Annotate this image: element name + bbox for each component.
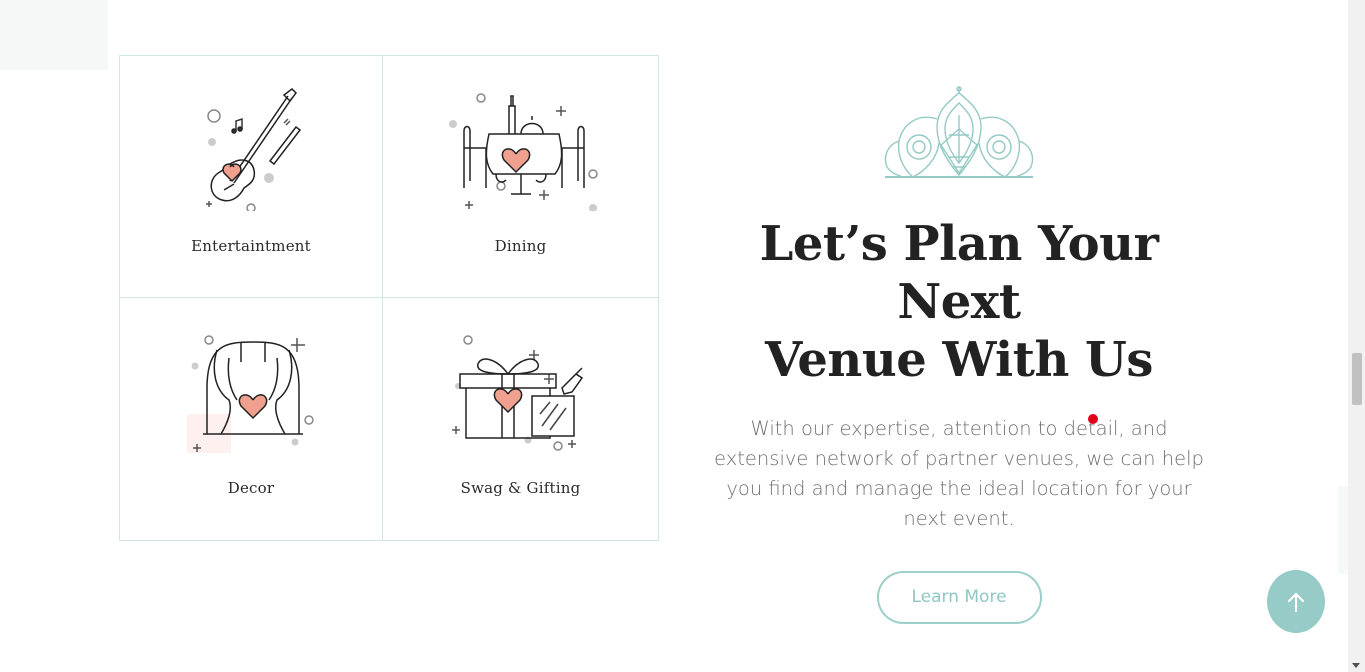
gift-box-icon — [451, 335, 583, 451]
arrow-up-icon — [1287, 592, 1305, 612]
back-to-top-button[interactable] — [1267, 570, 1325, 633]
promo-headline: Let’s Plan Your Next Venue With Us — [759, 216, 1159, 388]
scrollbar-thumb[interactable] — [1352, 353, 1362, 405]
side-tab[interactable] — [1338, 486, 1348, 574]
services-grid: Entertaintment Dining Decor Swag & Gifti… — [119, 55, 659, 541]
dining-table-icon — [448, 93, 598, 211]
curtain-stage-icon — [187, 335, 314, 453]
promo-section: Let’s Plan Your Next Venue With Us With … — [700, 85, 1218, 624]
service-card-dining[interactable]: Dining — [383, 56, 658, 298]
service-label: Swag & Gifting — [460, 479, 581, 497]
guitar-icon — [206, 88, 302, 211]
service-label: Dining — [494, 237, 547, 255]
corner-decoration — [0, 0, 108, 70]
service-label: Decor — [227, 479, 275, 497]
mandala-icon — [884, 86, 1034, 178]
service-label: Entertaintment — [191, 237, 311, 255]
service-card-swag-gifting[interactable]: Swag & Gifting — [383, 298, 658, 540]
cursor-indicator — [1088, 414, 1098, 424]
vertical-scrollbar[interactable] — [1348, 0, 1365, 672]
service-card-decor[interactable]: Decor — [120, 298, 383, 540]
scroll-down-arrow-icon[interactable] — [1352, 663, 1360, 668]
promo-description: With our expertise, attention to detail,… — [714, 417, 1204, 530]
service-card-entertainment[interactable]: Entertaintment — [120, 56, 383, 298]
learn-more-button[interactable]: Learn More — [876, 571, 1042, 624]
